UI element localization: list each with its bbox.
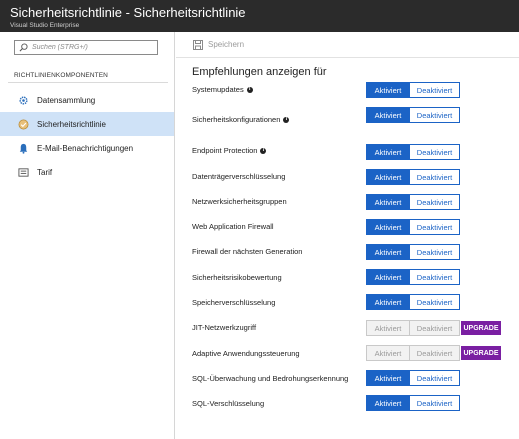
toggle-sicherheitsrisikobewertung: Aktiviert Deaktiviert (366, 269, 460, 285)
toggle-systemupdates: Aktiviert Deaktiviert (366, 82, 460, 98)
upgrade-button[interactable]: UPGRADE (461, 321, 501, 335)
disable-button[interactable]: Deaktiviert (410, 194, 460, 210)
enable-button[interactable]: Aktiviert (366, 107, 410, 123)
page-title: Empfehlungen anzeigen für (192, 66, 327, 78)
toggle-firewall-naechste-generation: Aktiviert Deaktiviert (366, 244, 460, 260)
disable-button[interactable]: Deaktiviert (410, 370, 460, 386)
disable-button[interactable]: Deaktiviert (410, 169, 460, 185)
info-icon[interactable]: i (260, 147, 267, 154)
info-icon[interactable]: i (246, 86, 253, 93)
row-label-sicherheitskonfigurationen: Sicherheitskonfigurationen i (192, 115, 290, 124)
disable-button[interactable]: Deaktiviert (410, 244, 460, 260)
row-label-text: Adaptive Anwendungssteuerung (192, 349, 300, 358)
disable-button[interactable]: Deaktiviert (410, 107, 460, 123)
row-label-web-application-firewall: Web Application Firewall (192, 222, 274, 231)
disable-button[interactable]: Deaktiviert (410, 82, 460, 98)
enable-button[interactable]: Aktiviert (366, 269, 410, 285)
disable-button[interactable]: Deaktiviert (410, 294, 460, 310)
row-label-endpoint-protection: Endpoint Protection i (192, 146, 267, 155)
enable-button[interactable]: Aktiviert (366, 294, 410, 310)
enable-button[interactable]: Aktiviert (366, 82, 410, 98)
search-input[interactable] (32, 41, 152, 54)
row-label-adaptive-anwendungssteuerung: Adaptive Anwendungssteuerung (192, 349, 300, 358)
toggle-sql-verschluesselung: Aktiviert Deaktiviert (366, 395, 460, 411)
row-label-text: Web Application Firewall (192, 222, 274, 231)
section-title: RICHTLINIENKOMPONENTEN (14, 72, 108, 79)
toggle-datentraegerverschluesselung: Aktiviert Deaktiviert (366, 169, 460, 185)
row-label-text: SQL-Verschlüsselung (192, 399, 265, 408)
sidebar-item-label: Datensammlung (37, 95, 96, 105)
row-label-text: Datenträgerverschlüsselung (192, 172, 286, 181)
notification-icon (18, 143, 29, 154)
row-label-datentraegerverschluesselung: Datenträgerverschlüsselung (192, 172, 285, 181)
section-divider (8, 82, 168, 83)
info-icon[interactable]: i (283, 116, 290, 123)
toggle-jit-netzwerkzugriff: Aktiviert Deaktiviert (366, 320, 460, 336)
row-label-sql-ueberwachung: SQL-Überwachung und Bedrohungserkennung (192, 374, 348, 383)
enable-button: Aktiviert (366, 345, 410, 361)
sidebar-item-label: E-Mail-Benachrichtigungen (37, 143, 134, 153)
row-label-netzwerksicherheitsgruppen: Netzwerksicherheitsgruppen (192, 197, 287, 206)
row-label-firewall-naechste-generation: Firewall der nächsten Generation (192, 247, 302, 256)
sidebar: RICHTLINIENKOMPONENTEN Datensammlung Sic… (0, 32, 175, 439)
row-label-text: Netzwerksicherheitsgruppen (192, 197, 287, 206)
disable-button[interactable]: Deaktiviert (410, 144, 460, 160)
enable-button[interactable]: Aktiviert (366, 194, 410, 210)
toggle-sql-ueberwachung: Aktiviert Deaktiviert (366, 370, 460, 386)
row-label-text: Endpoint Protection (192, 146, 258, 155)
sidebar-item-sicherheitsrichtlinie[interactable]: Sicherheitsrichtlinie (0, 112, 174, 136)
row-label-speicherverschluesselung: Speicherverschlüsselung (192, 298, 275, 307)
row-label-text: Speicherverschlüsselung (192, 298, 276, 307)
row-label-sicherheitsrisikobewertung: Sicherheitsrisikobewertung (192, 273, 282, 282)
toggle-netzwerksicherheitsgruppen: Aktiviert Deaktiviert (366, 194, 460, 210)
sidebar-item-tarif[interactable]: Tarif (0, 160, 174, 184)
disable-button[interactable]: Deaktiviert (410, 269, 460, 285)
enable-button[interactable]: Aktiviert (366, 219, 410, 235)
row-label-sql-verschluesselung: SQL-Verschlüsselung (192, 399, 264, 408)
disable-button[interactable]: Deaktiviert (410, 219, 460, 235)
save-button[interactable]: Speichern (193, 39, 245, 50)
toggle-adaptive-anwendungssteuerung: Aktiviert Deaktiviert (366, 345, 460, 361)
window-title: Sicherheitsrichtlinie - Sicherheitsricht… (10, 5, 246, 20)
toggle-web-application-firewall: Aktiviert Deaktiviert (366, 219, 460, 235)
save-label: Speichern (208, 40, 245, 49)
row-label-text: Sicherheitskonfigurationen (192, 115, 281, 124)
policy-icon (18, 119, 29, 130)
sidebar-item-label: Tarif (37, 167, 53, 177)
toggle-endpoint-protection: Aktiviert Deaktiviert (366, 144, 460, 160)
enable-button[interactable]: Aktiviert (366, 370, 410, 386)
title-bar: Sicherheitsrichtlinie - Sicherheitsricht… (0, 0, 519, 32)
row-label-systemupdates: Systemupdates i (192, 85, 253, 94)
enable-button: Aktiviert (366, 320, 410, 336)
enable-button[interactable]: Aktiviert (366, 244, 410, 260)
row-label-text: JIT-Netzwerkzugriff (192, 323, 257, 332)
row-label-text: Sicherheitsrisikobewertung (192, 273, 282, 282)
sidebar-item-label: Sicherheitsrichtlinie (37, 119, 106, 129)
toggle-speicherverschluesselung: Aktiviert Deaktiviert (366, 294, 460, 310)
window-subtitle: Visual Studio Enterprise (10, 22, 80, 29)
row-label-text: Systemupdates (192, 85, 244, 94)
row-label-jit-netzwerkzugriff: JIT-Netzwerkzugriff (192, 323, 256, 332)
gear-icon (18, 95, 29, 106)
search-icon (19, 43, 28, 52)
row-label-text: SQL-Überwachung und Bedrohungserkennung (192, 374, 349, 383)
enable-button[interactable]: Aktiviert (366, 169, 410, 185)
save-icon (193, 39, 203, 50)
sidebar-item-datensammlung[interactable]: Datensammlung (0, 88, 174, 112)
enable-button[interactable]: Aktiviert (366, 395, 410, 411)
pricing-tier-icon (18, 167, 29, 178)
row-label-text: Firewall der nächsten Generation (192, 247, 303, 256)
enable-button[interactable]: Aktiviert (366, 144, 410, 160)
disable-button: Deaktiviert (410, 320, 460, 336)
sidebar-item-email-benachrichtigungen[interactable]: E-Mail-Benachrichtigungen (0, 136, 174, 160)
upgrade-button[interactable]: UPGRADE (461, 346, 501, 360)
search-box[interactable] (14, 40, 158, 55)
toolbar: Speichern (176, 32, 519, 58)
toggle-sicherheitskonfigurationen: Aktiviert Deaktiviert (366, 107, 460, 123)
disable-button[interactable]: Deaktiviert (410, 395, 460, 411)
disable-button: Deaktiviert (410, 345, 460, 361)
